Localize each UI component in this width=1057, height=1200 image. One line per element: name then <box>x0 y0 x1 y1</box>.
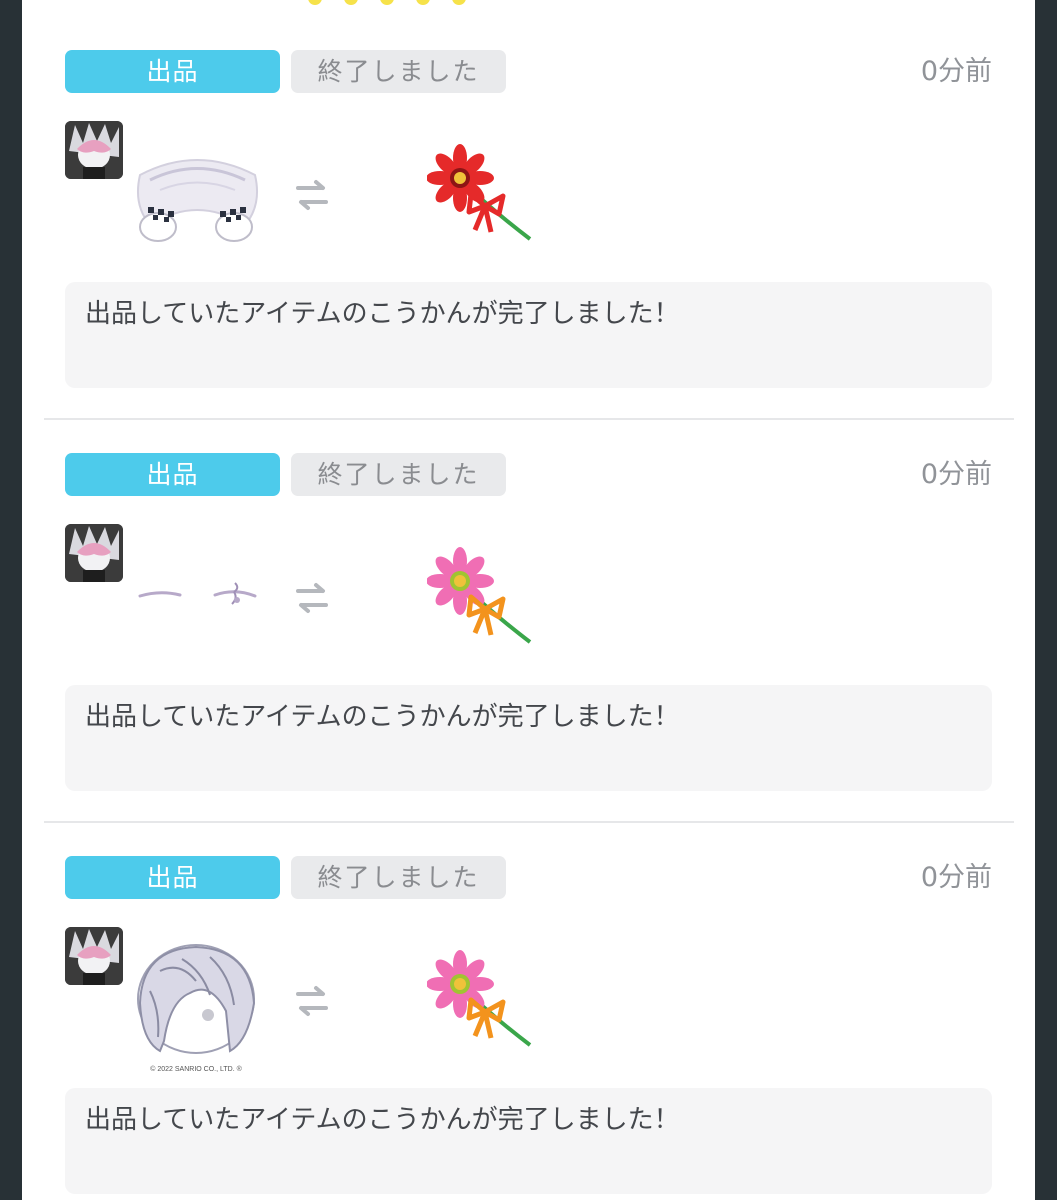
swap-arrows-icon <box>292 578 332 618</box>
trade-history-panel: 出品 終了しました 0分前 出品していたアイテムのこうかんが完了しました！ 出品… <box>22 0 1035 1200</box>
trade-entry[interactable]: 出品 終了しました 0分前 出品していたアイテムのこうかんが完了しました！ <box>22 0 1035 403</box>
trade-entry[interactable]: 出品 終了しました 0分前 © 2022 SANRIO CO., LTD. ® <box>22 806 1035 1200</box>
status-message: 出品していたアイテムのこうかんが完了しました！ <box>65 282 992 388</box>
item-eyebrows[interactable] <box>130 538 265 673</box>
listing-badge: 出品 <box>65 453 280 496</box>
item-fur-collar[interactable] <box>130 135 265 270</box>
swap-arrows-icon <box>292 981 332 1021</box>
item-silver-hair[interactable]: © 2022 SANRIO CO., LTD. ® <box>130 941 265 1076</box>
gerbera-flower-icon[interactable] <box>426 950 545 1060</box>
swap-arrows-icon <box>292 175 332 215</box>
copyright-text: © 2022 SANRIO CO., LTD. ® <box>150 1065 242 1073</box>
gerbera-flower-icon[interactable] <box>426 547 545 657</box>
user-avatar[interactable] <box>65 121 123 179</box>
gerbera-flower-icon[interactable] <box>426 144 545 254</box>
status-badge: 終了しました <box>291 50 506 93</box>
timestamp: 0分前 <box>920 862 992 893</box>
status-badge: 終了しました <box>291 453 506 496</box>
trade-entry[interactable]: 出品 終了しました 0分前 出品していたアイテムのこうかんが完了しました！ <box>22 403 1035 806</box>
listing-badge: 出品 <box>65 856 280 899</box>
timestamp: 0分前 <box>920 459 992 490</box>
user-avatar[interactable] <box>65 927 123 985</box>
status-message: 出品していたアイテムのこうかんが完了しました！ <box>65 1088 992 1194</box>
status-badge: 終了しました <box>291 856 506 899</box>
status-message: 出品していたアイテムのこうかんが完了しました！ <box>65 685 992 791</box>
listing-badge: 出品 <box>65 50 280 93</box>
timestamp: 0分前 <box>920 56 992 87</box>
user-avatar[interactable] <box>65 524 123 582</box>
